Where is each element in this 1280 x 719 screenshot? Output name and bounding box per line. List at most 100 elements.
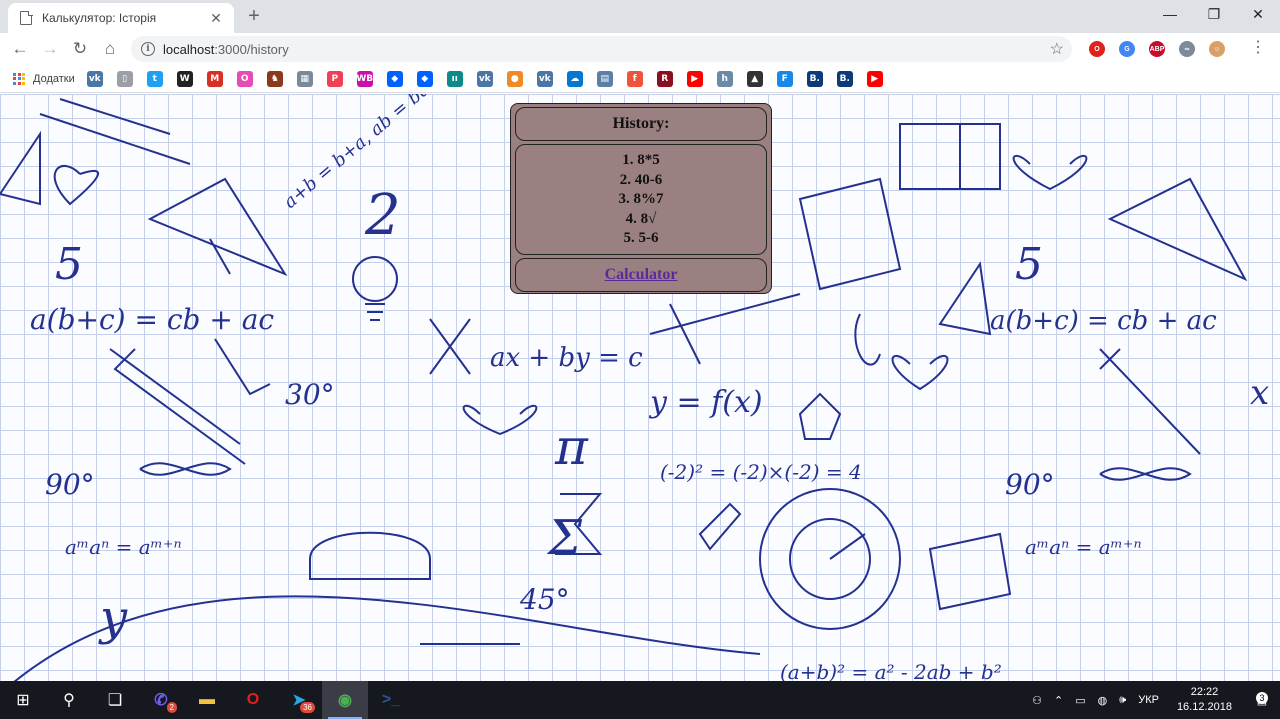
gmail-bookmark-icon[interactable]: M <box>206 70 223 87</box>
search-icon[interactable]: ⚲ <box>46 681 92 719</box>
powershell-taskbar-icon-glyph: >_ <box>381 691 401 708</box>
page-viewport: a(b+c) = cb + ac ax + by = c y = f(x) (-… <box>0 94 1280 681</box>
notifications-button[interactable]: ▤ 3 <box>1244 691 1280 707</box>
drop-bookmark-icon[interactable]: ▲ <box>746 70 763 87</box>
calculator-link[interactable]: Calculator <box>605 266 678 283</box>
apps-bookmark-label[interactable]: Додатки <box>33 73 75 85</box>
taskbar-apps: ✆ 2 ▬ O ➤ 36 ◉ >_ <box>138 681 414 719</box>
chart-bookmark-icon[interactable]: ▤ <box>596 70 613 87</box>
notification-count: 3 <box>1256 691 1268 704</box>
infinity-icon-2 <box>1099 467 1192 481</box>
adblock-extension-icon[interactable]: ABP <box>1145 37 1169 61</box>
triangle-ruler-icon <box>938 261 992 336</box>
formula-9: a+b = b+a, ab = ba <box>280 94 434 213</box>
f-red-bookmark-icon[interactable]: f <box>626 70 643 87</box>
formula-4: (-2)² = (-2)×(-2) = 4 <box>660 460 862 484</box>
b-bookmark-icon[interactable]: B. <box>806 70 823 87</box>
translate-extension-icon[interactable]: G <box>1115 37 1139 61</box>
taskbar-badge: 2 <box>166 702 177 713</box>
pocket-bookmark-icon[interactable]: P <box>326 70 343 87</box>
url-host: localhost <box>163 41 215 57</box>
telegram-taskbar-icon[interactable]: ➤ 36 <box>276 681 322 719</box>
triangle-icon <box>147 177 288 277</box>
formula-16: aᵐaⁿ = aᵐ⁺ⁿ <box>1025 535 1142 559</box>
lightbulb-base <box>365 303 385 321</box>
h-bookmark-icon[interactable]: h <box>716 70 733 87</box>
minimize-button[interactable]: — <box>1148 0 1192 28</box>
browser-menu-icon[interactable]: ⋮ <box>1250 40 1266 56</box>
youtube2-bookmark-icon[interactable]: ▶ <box>866 70 883 87</box>
ii-bookmark-icon[interactable]: ıı <box>446 70 463 87</box>
volume-icon[interactable]: 🕪 <box>1119 694 1126 707</box>
chrome-taskbar-icon[interactable]: ◉ <box>322 681 368 719</box>
infinity-extension-icon[interactable]: ∞ <box>1175 37 1199 61</box>
wb-bookmark-icon[interactable]: WB <box>356 70 373 87</box>
chrome-taskbar-icon-glyph: ◉ <box>338 692 352 709</box>
home-button[interactable]: ⌂ <box>95 34 125 64</box>
explorer-taskbar-icon[interactable]: ▬ <box>184 681 230 719</box>
address-bar[interactable]: i localhost:3000/history ☆ <box>131 36 1072 62</box>
history-item: 2. 40-6 <box>619 171 663 188</box>
vk3-bookmark-icon[interactable]: vk <box>536 70 553 87</box>
opera-taskbar-icon[interactable]: O <box>230 681 276 719</box>
clock-time: 22:22 <box>1190 686 1219 698</box>
powershell-taskbar-icon[interactable]: >_ <box>368 681 414 719</box>
formula-20: x <box>1250 373 1269 413</box>
reload-button[interactable]: ↻ <box>65 34 95 64</box>
twitter-bookmark-icon[interactable]: t <box>146 70 163 87</box>
heart-icon <box>53 164 100 206</box>
bookmark-star-icon[interactable]: ☆ <box>1050 39 1064 59</box>
battery-icon[interactable]: ▭ <box>1075 694 1085 707</box>
opera-extension-icon[interactable]: O <box>1085 37 1109 61</box>
dropbox-bookmark-icon[interactable]: ◆ <box>386 70 403 87</box>
extension-icons: O G ABP ∞ ☺ <box>1085 37 1229 61</box>
network-icon[interactable]: ◍ <box>1098 694 1108 707</box>
active-tab[interactable]: Калькулятор: Історія ✕ <box>8 3 234 33</box>
task-view-icon[interactable]: ❏ <box>92 681 138 719</box>
back-button[interactable]: ← <box>5 34 35 64</box>
tray-chevron-icon[interactable]: ⌃ <box>1054 694 1063 707</box>
circle-bookmark-icon[interactable]: O <box>236 70 253 87</box>
profile-avatar-icon[interactable]: ☺ <box>1205 37 1229 61</box>
formula-1: a(b+c) = cb + ac <box>30 303 274 336</box>
wikipedia-bookmark-icon[interactable]: W <box>176 70 193 87</box>
formula-5: aᵐaⁿ = aᵐ⁺ⁿ <box>65 535 182 559</box>
new-tab-button[interactable]: + <box>244 5 264 27</box>
viber-taskbar-icon[interactable]: ✆ 2 <box>138 681 184 719</box>
dropbox2-bookmark-icon[interactable]: ◆ <box>416 70 433 87</box>
r-bookmark-icon[interactable]: R <box>656 70 673 87</box>
clock-date: 16.12.2018 <box>1176 701 1232 713</box>
language-indicator[interactable]: УКР <box>1138 694 1159 706</box>
cloud-bookmark-icon[interactable]: ☁ <box>566 70 583 87</box>
formula-19: y <box>98 590 128 646</box>
heart-icon-3 <box>891 354 949 391</box>
formula-7: 90° <box>45 468 95 501</box>
windows-taskbar: ⊞ ⚲ ❏ ✆ 2 ▬ O ➤ 36 ◉ >_ ⚇ ⌃ ▭ ◍ 🕪 УКР 22:22 16.… <box>0 681 1280 719</box>
b2-bookmark-icon[interactable]: B. <box>836 70 853 87</box>
radius-line <box>829 533 866 560</box>
infinity-extension-icon-glyph: ∞ <box>1179 41 1195 57</box>
forward-button[interactable]: → <box>35 34 65 64</box>
clock[interactable]: 22:22 16.12.2018 <box>1177 685 1232 715</box>
pencil-icon <box>698 502 742 551</box>
close-window-button[interactable]: ✕ <box>1236 0 1280 28</box>
tab-close-icon[interactable]: ✕ <box>208 10 224 27</box>
vk-bookmark-icon[interactable]: vk <box>86 70 103 87</box>
youtube-bookmark-icon[interactable]: ▶ <box>686 70 703 87</box>
browser-tab-strip: Калькулятор: Історія ✕ + — ❐ ✕ <box>0 0 1280 33</box>
calculator-doodle-icon <box>798 177 902 291</box>
vk2-bookmark-icon[interactable]: vk <box>476 70 493 87</box>
f-blue-bookmark-icon[interactable]: F <box>776 70 793 87</box>
start-button[interactable]: ⊞ <box>0 681 46 719</box>
history-item: 1. 8*5 <box>622 152 660 168</box>
page-bookmark-icon[interactable]: ▯ <box>116 70 133 87</box>
image-bookmark-icon[interactable]: ▦ <box>296 70 313 87</box>
site-info-icon[interactable]: i <box>141 42 155 56</box>
maximize-button[interactable]: ❐ <box>1192 0 1236 28</box>
people-icon[interactable]: ⚇ <box>1032 694 1042 707</box>
translate-extension-icon-glyph: G <box>1119 41 1135 57</box>
apps-grid-icon[interactable] <box>13 72 25 85</box>
rooster-bookmark-icon[interactable]: ♞ <box>266 70 283 87</box>
bookmarks-bar: Додатки vk ▯ t W M O ♞ ▦ P WB ◆ ◆ ıı vk ● vk ☁ ▤ f R ▶ h ▲ F B. B… <box>0 65 1280 93</box>
orange-ball-bookmark-icon[interactable]: ● <box>506 70 523 87</box>
